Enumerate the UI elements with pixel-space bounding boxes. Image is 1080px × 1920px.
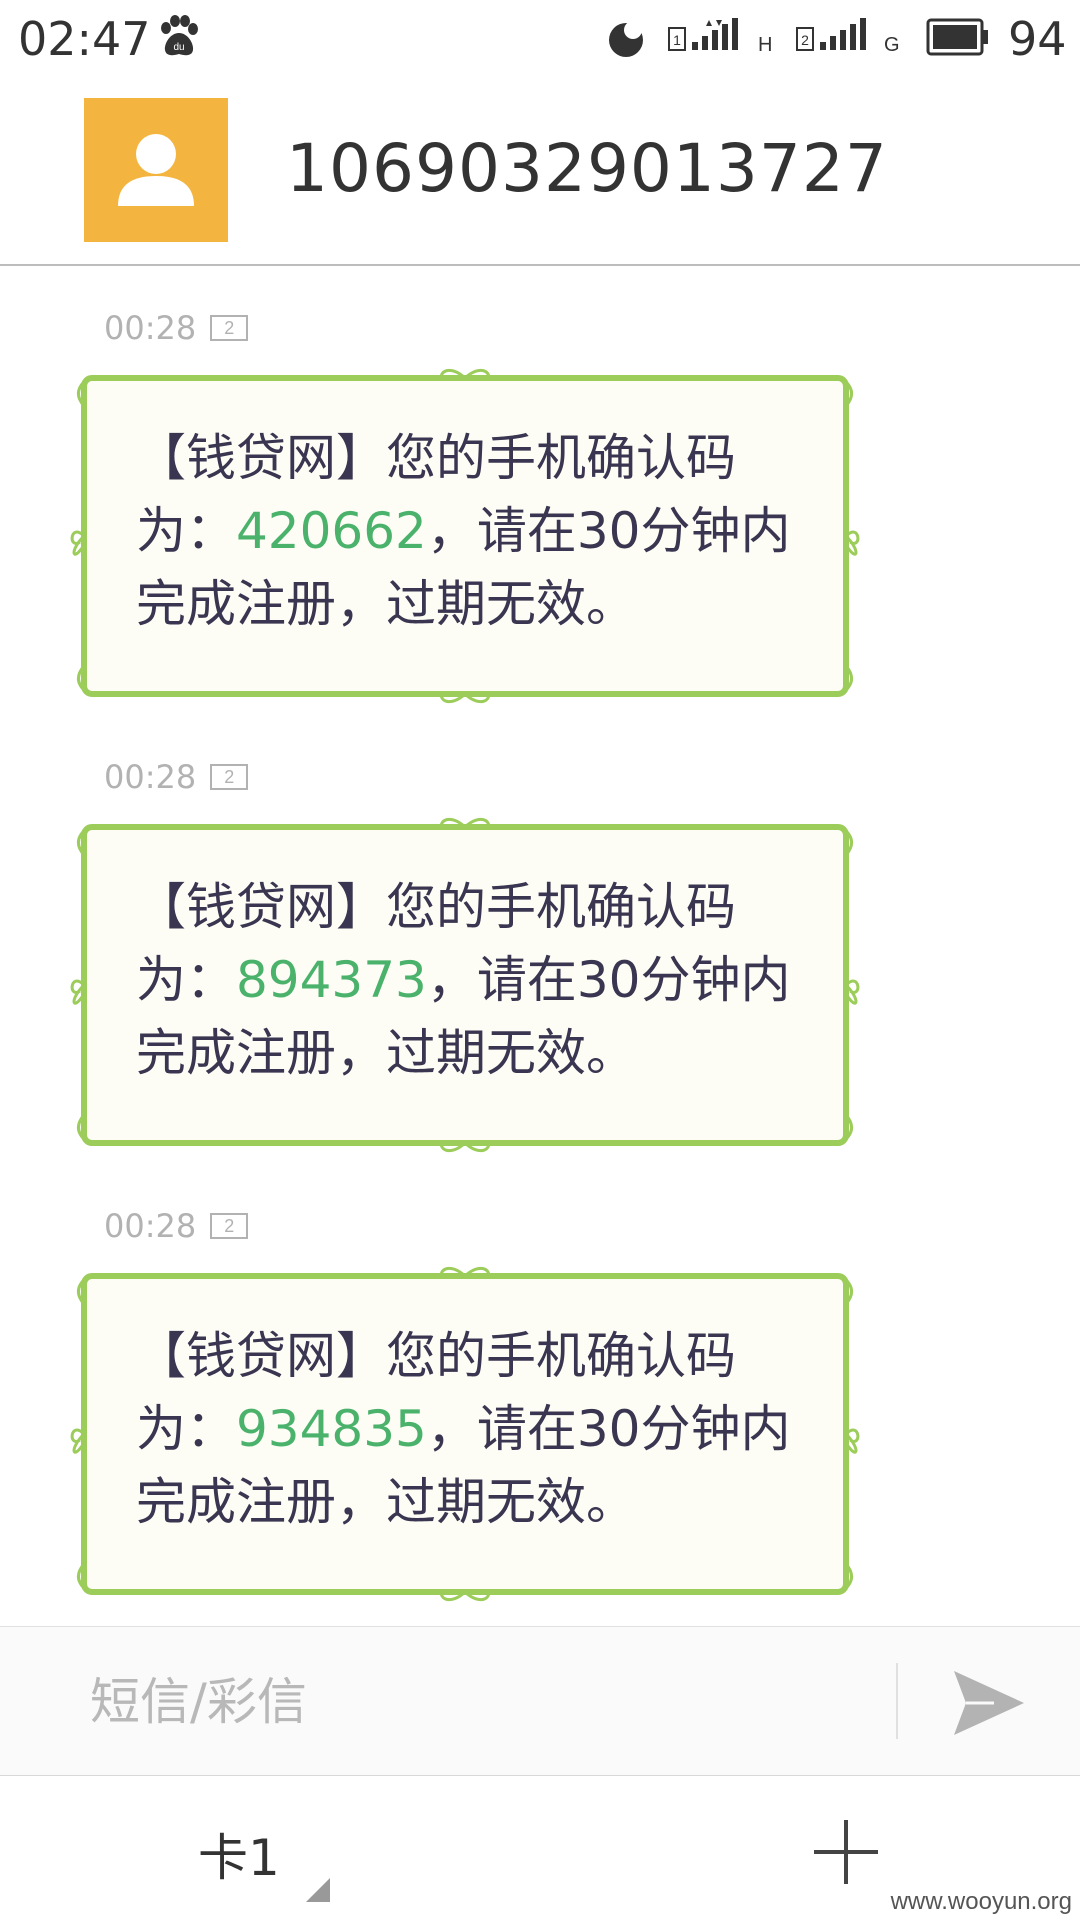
send-icon[interactable]: [950, 1667, 1026, 1739]
composer-divider: [896, 1663, 898, 1739]
status-time: 02:47: [18, 12, 151, 66]
composer-bar: [0, 1626, 1080, 1776]
dropdown-corner-icon: [306, 1878, 330, 1902]
message-time: 00:28: [104, 309, 197, 347]
message-bubble[interactable]: 【钱贷网】您的手机确认码为：894373，请在30分钟内完成注册，过期无效。: [70, 815, 860, 1155]
conversation-header: 10690329013727: [0, 78, 1080, 266]
bottom-bar: 卡1 www.wooyun.org: [0, 1778, 1080, 1920]
svg-text:1: 1: [673, 32, 681, 48]
message-meta: 00:28 2: [104, 308, 249, 348]
message-meta: 00:28 2: [104, 1206, 249, 1246]
sim-card-icon: 2: [210, 1213, 249, 1239]
svg-text:du: du: [173, 42, 184, 53]
message-time: 00:28: [104, 1207, 197, 1245]
message-meta: 00:28 2: [104, 757, 249, 797]
network-type-h: H: [758, 34, 773, 56]
message-text: 【钱贷网】您的手机确认码为：934835，请在30分钟内完成注册，过期无效。: [136, 1327, 791, 1531]
message-list[interactable]: 00:28 2 【钱贷网】您的手机确认码为：420662，请在30分钟内完成注册…: [0, 268, 1080, 1624]
battery-icon: [926, 18, 988, 56]
battery-level: 94: [1008, 12, 1067, 66]
sim-card-icon: 2: [210, 315, 249, 341]
verification-code[interactable]: 420662: [236, 502, 427, 560]
do-not-disturb-moon-icon: [609, 21, 643, 57]
contact-number[interactable]: 10690329013727: [286, 130, 888, 207]
person-icon: [118, 134, 194, 206]
network-type-g: G: [884, 34, 900, 56]
sim-card-icon: 2: [210, 764, 249, 790]
add-icon[interactable]: [810, 1816, 882, 1888]
verification-code[interactable]: 934835: [236, 1400, 427, 1458]
message-text: 【钱贷网】您的手机确认码为：420662，请在30分钟内完成注册，过期无效。: [136, 429, 791, 633]
message-bubble[interactable]: 【钱贷网】您的手机确认码为：934835，请在30分钟内完成注册，过期无效。: [70, 1264, 860, 1604]
svg-text:2: 2: [801, 32, 809, 48]
baidu-paw-icon: du: [161, 15, 198, 56]
message-text: 【钱贷网】您的手机确认码为：894373，请在30分钟内完成注册，过期无效。: [136, 878, 791, 1082]
message-bubble[interactable]: 【钱贷网】您的手机确认码为：420662，请在30分钟内完成注册，过期无效。: [70, 366, 860, 706]
status-bar: 02:47 du 1 H 2 G 94: [0, 0, 1080, 78]
sim-selector[interactable]: 卡1: [198, 1818, 280, 1890]
watermark: www.wooyun.org: [890, 1888, 1072, 1915]
contact-avatar[interactable]: [84, 98, 228, 242]
verification-code[interactable]: 894373: [236, 951, 427, 1009]
message-input[interactable]: [90, 1667, 870, 1737]
message-time: 00:28: [104, 758, 197, 796]
